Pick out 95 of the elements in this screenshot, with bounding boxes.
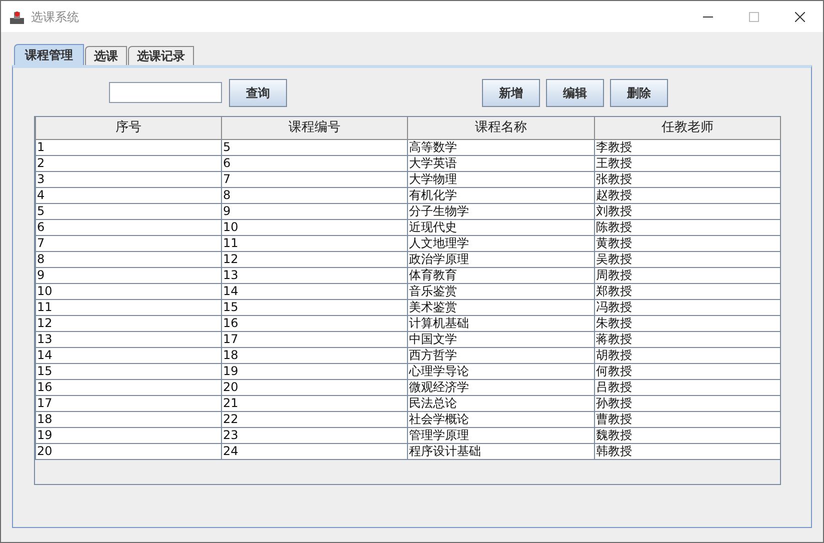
table-cell: 9 — [222, 203, 408, 219]
table-cell: 计算机基础 — [408, 315, 594, 331]
close-icon[interactable] — [795, 12, 805, 22]
table-cell: 大学物理 — [408, 171, 594, 187]
table-cell: 10 — [222, 219, 408, 235]
table-cell: 19 — [222, 363, 408, 379]
table-cell: 8 — [222, 187, 408, 203]
table-cell: 程序设计基础 — [408, 443, 594, 459]
table-cell: 14 — [36, 347, 222, 363]
table-cell: 23 — [222, 427, 408, 443]
table-cell: 3 — [36, 171, 222, 187]
table-cell: 吕教授 — [594, 379, 780, 395]
table-cell: 李教授 — [594, 139, 780, 155]
table-cell: 冯教授 — [594, 299, 780, 315]
action-button[interactable]: 新增 — [482, 78, 540, 106]
table-cell: 20 — [36, 443, 222, 459]
table-cell: 17 — [36, 395, 222, 411]
table-cell: 8 — [36, 251, 222, 267]
table-cell: 何教授 — [594, 363, 780, 379]
table-cell: 美术鉴赏 — [408, 299, 594, 315]
table-cell: 大学英语 — [408, 155, 594, 171]
table-cell: 张教授 — [594, 171, 780, 187]
table-cell: 15 — [222, 299, 408, 315]
table-cell: 16 — [36, 379, 222, 395]
table-cell: 民法总论 — [408, 395, 594, 411]
table-cell: 韩教授 — [594, 443, 780, 459]
table-cell: 10 — [36, 283, 222, 299]
table-cell: 7 — [222, 171, 408, 187]
action-button[interactable]: 编辑 — [546, 78, 604, 106]
table-cell: 12 — [36, 315, 222, 331]
table-cell: 5 — [222, 139, 408, 155]
table-cell: 22 — [222, 411, 408, 427]
table-cell: 19 — [36, 427, 222, 443]
tab[interactable]: 选课 — [85, 46, 127, 65]
table-cell: 体育教育 — [408, 267, 594, 283]
table-cell: 13 — [36, 331, 222, 347]
action-button[interactable]: 删除 — [610, 78, 668, 106]
table-cell: 6 — [222, 155, 408, 171]
table-cell: 音乐鉴赏 — [408, 283, 594, 299]
table-cell: 11 — [222, 235, 408, 251]
table-cell: 21 — [222, 395, 408, 411]
table-cell: 2 — [36, 155, 222, 171]
table-cell: 人文地理学 — [408, 235, 594, 251]
table-cell: 王教授 — [594, 155, 780, 171]
table-cell: 17 — [222, 331, 408, 347]
table-cell: 郑教授 — [594, 283, 780, 299]
table-cell: 赵教授 — [594, 187, 780, 203]
tab[interactable]: 选课记录 — [128, 46, 194, 65]
table-cell: 18 — [222, 347, 408, 363]
table-cell: 18 — [36, 411, 222, 427]
app-icon — [9, 8, 25, 24]
table-cell: 7 — [36, 235, 222, 251]
window-title: 选课系统 — [31, 8, 79, 26]
table-cell: 14 — [222, 283, 408, 299]
table-cell: 蒋教授 — [594, 331, 780, 347]
table-cell: 魏教授 — [594, 427, 780, 443]
table-cell: 微观经济学 — [408, 379, 594, 395]
table-cell: 9 — [36, 267, 222, 283]
column-header[interactable]: 课程名称 — [408, 117, 594, 139]
table-cell: 4 — [36, 187, 222, 203]
table-cell: 陈教授 — [594, 219, 780, 235]
tab[interactable]: 课程管理 — [14, 44, 84, 65]
table-cell: 刘教授 — [594, 203, 780, 219]
search-button[interactable]: 查询 — [229, 78, 287, 106]
table-cell: 16 — [222, 315, 408, 331]
table-cell: 周教授 — [594, 267, 780, 283]
table-cell: 胡教授 — [594, 347, 780, 363]
table-cell: 政治学原理 — [408, 251, 594, 267]
table-cell: 中国文学 — [408, 331, 594, 347]
table-cell: 20 — [222, 379, 408, 395]
table-cell: 6 — [36, 219, 222, 235]
table-cell: 吴教授 — [594, 251, 780, 267]
table-cell: 15 — [36, 363, 222, 379]
table-cell: 有机化学 — [408, 187, 594, 203]
search-field[interactable] — [109, 82, 222, 103]
table-cell: 1 — [36, 139, 222, 155]
table-cell: 管理学原理 — [408, 427, 594, 443]
table-cell: 心理学导论 — [408, 363, 594, 379]
table-cell: 11 — [36, 299, 222, 315]
table-cell: 黄教授 — [594, 235, 780, 251]
table-cell: 12 — [222, 251, 408, 267]
table-cell: 高等数学 — [408, 139, 594, 155]
table-cell: 分子生物学 — [408, 203, 594, 219]
table-cell: 社会学概论 — [408, 411, 594, 427]
table-cell: 13 — [222, 267, 408, 283]
column-header[interactable]: 课程编号 — [222, 117, 408, 139]
table-cell: 西方哲学 — [408, 347, 594, 363]
table-cell: 孙教授 — [594, 395, 780, 411]
column-header[interactable]: 任教老师 — [594, 117, 780, 139]
table-cell: 曹教授 — [594, 411, 780, 427]
column-header[interactable]: 序号 — [36, 117, 222, 139]
table-cell: 5 — [36, 203, 222, 219]
table-cell: 朱教授 — [594, 315, 780, 331]
table-cell: 近现代史 — [408, 219, 594, 235]
table-cell: 24 — [222, 443, 408, 459]
